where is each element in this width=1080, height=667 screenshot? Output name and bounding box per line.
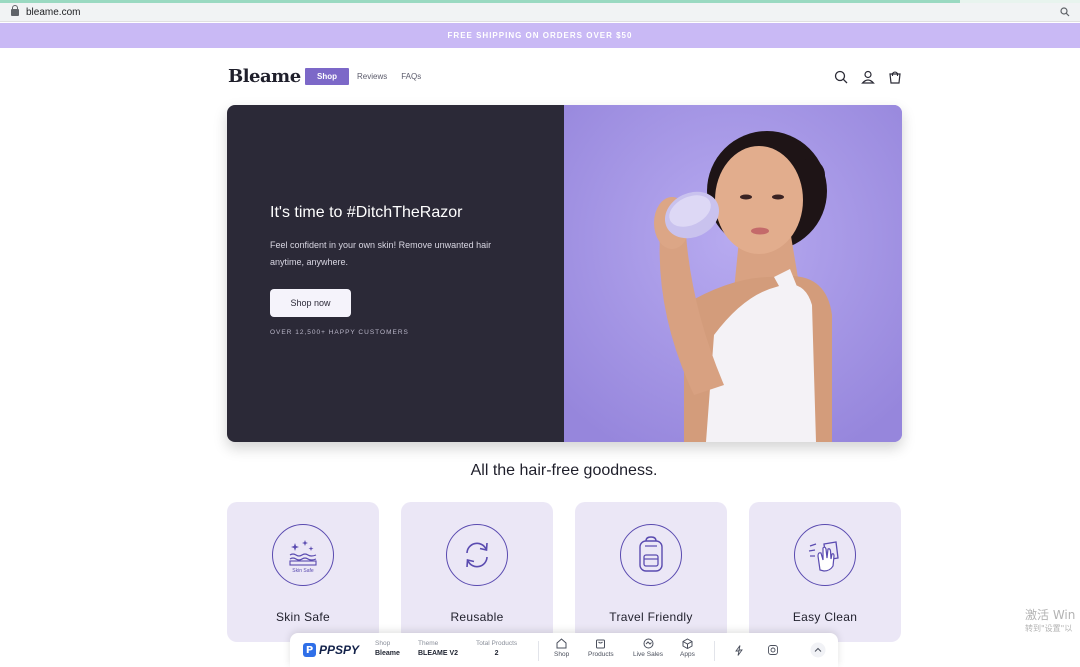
skin-safe-icon-text: Skin Safe bbox=[292, 568, 314, 574]
watermark-line-2: 转到"设置"以 bbox=[1025, 624, 1073, 633]
features-title: All the hair-free goodness. bbox=[470, 462, 658, 479]
announcement-bar: FREE SHIPPING ON ORDERS OVER $50 bbox=[0, 23, 1080, 48]
main-nav: Shop Reviews FAQs bbox=[305, 68, 435, 85]
hero-banner: It's time to #DitchTheRazor Feel confide… bbox=[227, 105, 902, 442]
ppspy-apps-button-label: Apps bbox=[680, 651, 695, 658]
ppspy-shop-button-label: Shop bbox=[554, 651, 570, 658]
header-icons bbox=[823, 68, 904, 86]
theme-value: BLEAME V2 bbox=[418, 650, 459, 657]
browser-address-bar[interactable]: bleame.com bbox=[0, 3, 1080, 22]
reusable-icon bbox=[446, 524, 508, 586]
model-photo bbox=[564, 105, 902, 442]
nav-item-reviews[interactable]: Reviews bbox=[357, 72, 387, 81]
shop-now-button[interactable]: Shop now bbox=[270, 289, 351, 317]
nav-item-faqs[interactable]: FAQs bbox=[401, 72, 421, 81]
hero-title: It's time to #DitchTheRazor bbox=[270, 204, 463, 221]
feature-label: Reusable bbox=[450, 610, 504, 624]
lightning-icon bbox=[735, 645, 743, 656]
divider bbox=[538, 641, 539, 661]
ppspy-toolbar: P PPSPY Shop Bleame Theme BLEAME V2 Tota… bbox=[290, 633, 838, 667]
shop-label: Shop bbox=[375, 640, 391, 647]
ppspy-live-sales-button[interactable]: Live Sales bbox=[633, 638, 663, 658]
ppspy-logo[interactable]: P PPSPY bbox=[303, 643, 359, 657]
chevron-up-icon bbox=[810, 642, 826, 658]
bag-icon bbox=[596, 639, 606, 649]
feature-label: Skin Safe bbox=[275, 610, 331, 624]
live-sales-icon bbox=[643, 638, 653, 649]
zoom-icon[interactable] bbox=[1060, 7, 1070, 17]
home-icon bbox=[556, 638, 567, 649]
hero-text-panel: It's time to #DitchTheRazor Feel confide… bbox=[227, 105, 564, 442]
site-header: Bleame Shop Reviews FAQs bbox=[228, 62, 904, 92]
ppspy-collapse-button[interactable] bbox=[810, 642, 826, 658]
watermark-line-1: 激活 Win bbox=[1025, 608, 1076, 622]
feature-card-reusable: Reusable bbox=[401, 502, 553, 642]
ppspy-products-info: Total Products 2 bbox=[476, 640, 517, 657]
backpack-icon bbox=[620, 524, 682, 586]
total-products-label: Total Products bbox=[476, 640, 518, 647]
easy-clean-icon bbox=[794, 524, 856, 586]
nav-item-shop[interactable]: Shop bbox=[305, 68, 349, 85]
site-logo[interactable]: Bleame bbox=[228, 66, 301, 87]
happy-customers-text: OVER 12,500+ HAPPY CUSTOMERS bbox=[270, 329, 409, 336]
shop-value: Bleame bbox=[375, 650, 400, 657]
search-icon[interactable] bbox=[832, 68, 850, 86]
lock-icon bbox=[11, 4, 19, 16]
feature-card-easy-clean: Easy Clean bbox=[749, 502, 901, 642]
ppspy-products-button[interactable]: Products bbox=[588, 638, 614, 658]
theme-label: Theme bbox=[418, 640, 439, 647]
feature-card-skin-safe: Skin Safe Skin Safe bbox=[227, 502, 379, 642]
instagram-icon bbox=[768, 645, 778, 655]
ppspy-flash-button[interactable] bbox=[734, 645, 744, 656]
feature-card-travel-friendly: Travel Friendly bbox=[575, 502, 727, 642]
skin-safe-icon: Skin Safe bbox=[272, 524, 334, 586]
apps-icon bbox=[682, 638, 693, 649]
url-text[interactable]: bleame.com bbox=[26, 7, 80, 18]
windows-activation-watermark: 激活 Win 转到"设置"以 bbox=[1025, 608, 1075, 636]
ppspy-name: PPSPY bbox=[319, 643, 360, 657]
ppspy-apps-button[interactable]: Apps bbox=[680, 638, 695, 658]
announcement-text: FREE SHIPPING ON ORDERS OVER $50 bbox=[447, 31, 633, 40]
ppspy-theme-info: Theme BLEAME V2 bbox=[418, 640, 458, 657]
ppspy-products-button-label: Products bbox=[588, 651, 614, 658]
account-icon[interactable] bbox=[859, 68, 877, 86]
ppspy-shop-button[interactable]: Shop bbox=[554, 638, 569, 658]
cart-icon[interactable] bbox=[886, 68, 904, 86]
total-products-value: 2 bbox=[494, 650, 499, 657]
ppspy-instagram-button[interactable] bbox=[768, 645, 778, 655]
ppspy-logo-icon: P bbox=[303, 643, 316, 657]
ppspy-live-sales-button-label: Live Sales bbox=[633, 651, 663, 658]
divider bbox=[714, 641, 715, 661]
hero-image bbox=[564, 105, 902, 442]
ppspy-shop-info: Shop Bleame bbox=[375, 640, 400, 657]
feature-label: Easy Clean bbox=[792, 610, 858, 624]
hero-description: Feel confident in your own skin! Remove … bbox=[270, 240, 492, 267]
feature-label: Travel Friendly bbox=[609, 610, 693, 624]
